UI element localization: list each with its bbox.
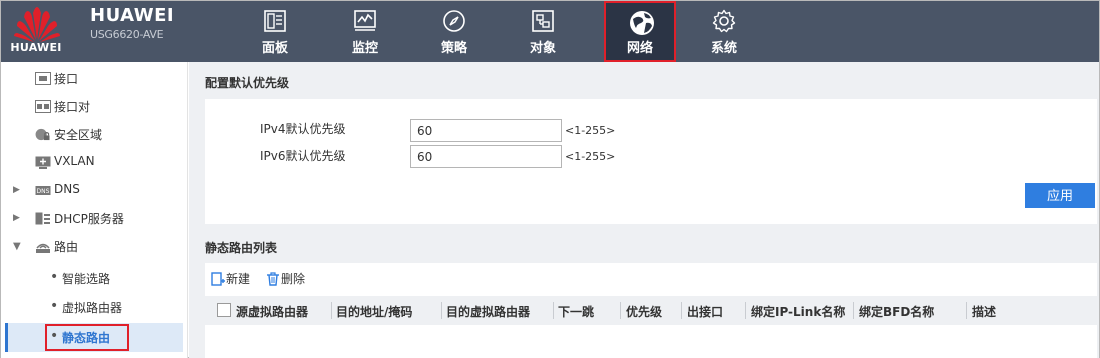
new-button[interactable]: 新建 — [211, 270, 259, 288]
nav-tab-object[interactable]: 对象 — [507, 1, 579, 62]
default-priority-panel: IPv4默认优先级 <1-255> IPv6默认优先级 <1-255> 应用 — [205, 99, 1097, 224]
main-content: 配置默认优先级 IPv4默认优先级 <1-255> IPv6默认优先级 <1-2… — [189, 62, 1099, 358]
sidebar-item-label: 安全区域 — [54, 128, 103, 142]
sidebar-item-label: 智能选路 — [62, 272, 111, 286]
highlight-box — [45, 324, 129, 351]
sidebar-item-label: DHCP服务器 — [54, 212, 124, 226]
nav-label: 策略 — [440, 41, 467, 56]
vxlan-icon — [35, 156, 51, 169]
new-icon — [211, 272, 225, 286]
ipv4-priority-label: IPv4默认优先级 — [260, 122, 346, 136]
nav-tab-system[interactable]: 系统 — [688, 1, 760, 62]
column-header-destination-vr[interactable]: 目的虚拟路由器 — [446, 303, 530, 320]
sidebar-item-virtual-router[interactable]: • 虚拟路由器 — [1, 294, 187, 321]
brand-area: HUAWEI HUAWEI USG6620-AVE — [1, 1, 191, 62]
column-divider — [966, 302, 967, 319]
static-route-list-panel: 新建 删除 源虚拟路由器 目的地址/掩码 目的虚拟路由器 下一跳 优先级 出接口… — [205, 263, 1097, 358]
nav-label: 系统 — [710, 41, 737, 56]
ipv4-range-hint: <1-255> — [565, 124, 616, 137]
ipv4-priority-input[interactable] — [410, 119, 562, 142]
sidebar-item-vxlan[interactable]: VXLAN — [1, 149, 187, 176]
sidebar: 接口 接口对 安全区域 VXLAN ▶ DNS DNS ▶ DHCP服务器 ▼ … — [1, 62, 188, 358]
column-divider — [620, 302, 621, 319]
column-header-source-vr[interactable]: 源虚拟路由器 — [236, 303, 308, 320]
trash-icon — [267, 272, 279, 286]
column-header-ip-link[interactable]: 绑定IP-Link名称 — [751, 303, 845, 320]
sidebar-item-dhcp-server[interactable]: ▶ DHCP服务器 — [1, 205, 187, 232]
expand-arrow-icon[interactable]: ▶ — [13, 213, 20, 223]
ipv6-priority-input[interactable] — [410, 145, 562, 168]
nav-tab-policy[interactable]: 策略 — [418, 1, 490, 62]
ipv6-range-hint: <1-255> — [565, 150, 616, 163]
dns-icon: DNS — [35, 186, 51, 195]
gear-icon — [712, 9, 736, 33]
collapse-arrow-icon[interactable]: ▼ — [13, 241, 21, 252]
svg-text:DNS: DNS — [37, 188, 50, 195]
object-icon — [532, 10, 554, 32]
device-model: USG6620-AVE — [90, 28, 164, 41]
sidebar-item-label: 虚拟路由器 — [62, 301, 123, 315]
sidebar-item-label: 接口 — [54, 72, 79, 86]
nav-label: 对象 — [529, 41, 556, 56]
column-divider — [853, 302, 854, 319]
section-title-static-route-list: 静态路由列表 — [205, 241, 278, 255]
nav-label: 面板 — [261, 41, 288, 56]
sidebar-item-label: DNS — [54, 182, 80, 196]
column-header-bfd[interactable]: 绑定BFD名称 — [859, 303, 934, 320]
column-divider — [331, 302, 332, 319]
table-header: 源虚拟路由器 目的地址/掩码 目的虚拟路由器 下一跳 优先级 出接口 绑定IP-… — [205, 296, 1097, 325]
column-divider — [441, 302, 442, 319]
sidebar-item-interface[interactable]: 接口 — [1, 65, 187, 92]
policy-compass-icon — [443, 10, 465, 32]
network-globe-icon — [630, 11, 654, 35]
sidebar-item-route[interactable]: ▼ 路由 — [1, 233, 187, 260]
sidebar-item-label: 接口对 — [54, 100, 91, 114]
nav-tab-monitor[interactable]: 监控 — [329, 1, 401, 62]
interface-icon — [35, 72, 51, 85]
bullet-dot: • — [50, 269, 59, 285]
apply-button[interactable]: 应用 — [1025, 183, 1095, 208]
section-title-default-priority: 配置默认优先级 — [205, 76, 290, 90]
route-icon — [36, 243, 50, 253]
nav-label: 网络 — [626, 41, 653, 56]
column-header-out-interface[interactable]: 出接口 — [687, 303, 723, 320]
column-header-next-hop[interactable]: 下一跳 — [558, 303, 594, 320]
dashboard-icon — [264, 10, 286, 32]
nav-label: 监控 — [351, 41, 378, 56]
column-divider — [553, 302, 554, 319]
ipv6-priority-label: IPv6默认优先级 — [260, 149, 346, 163]
brand-name: HUAWEI — [90, 5, 175, 26]
sidebar-item-smart-routing[interactable]: • 智能选路 — [1, 265, 187, 292]
new-label: 新建 — [226, 272, 251, 286]
delete-label: 删除 — [281, 272, 306, 286]
sidebar-item-security-zone[interactable]: 安全区域 — [1, 121, 187, 148]
logo-wordmark: HUAWEI — [10, 41, 62, 54]
nav-tab-dashboard[interactable]: 面板 — [239, 1, 311, 62]
column-header-description[interactable]: 描述 — [972, 303, 996, 320]
sidebar-item-interface-pair[interactable]: 接口对 — [1, 93, 187, 120]
expand-arrow-icon[interactable]: ▶ — [13, 185, 20, 195]
select-all-checkbox[interactable] — [217, 303, 231, 317]
top-navigation-bar: HUAWEI HUAWEI USG6620-AVE 面板 监控 策略 对象 网络… — [1, 1, 1099, 62]
dhcp-server-icon — [35, 212, 50, 225]
column-header-destination[interactable]: 目的地址/掩码 — [336, 303, 412, 320]
column-divider — [745, 302, 746, 319]
sidebar-item-dns[interactable]: ▶ DNS DNS — [1, 177, 187, 204]
monitor-icon — [354, 10, 376, 31]
sidebar-item-label: 路由 — [54, 240, 79, 254]
nav-tab-network[interactable]: 网络 — [604, 1, 676, 62]
delete-button[interactable]: 删除 — [266, 270, 314, 288]
column-header-priority[interactable]: 优先级 — [626, 303, 662, 320]
bullet-dot: • — [50, 298, 59, 314]
interface-pair-icon — [35, 100, 51, 113]
sidebar-item-label: VXLAN — [54, 154, 95, 168]
security-zone-icon — [35, 128, 50, 141]
column-divider — [681, 302, 682, 319]
